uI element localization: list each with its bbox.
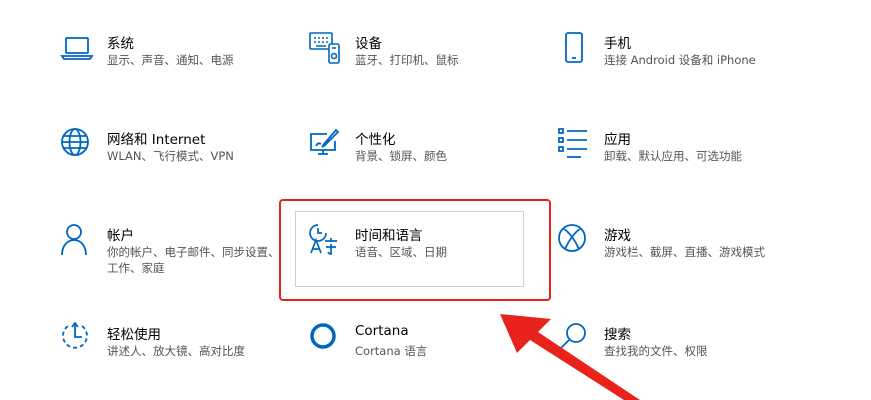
cortana-icon: [308, 322, 342, 356]
tile-accounts[interactable]: 帐户 你的帐户、电子邮件、同步设置、工作、家庭: [60, 223, 290, 293]
tile-cortana[interactable]: Cortana Cortana 语言: [308, 322, 538, 392]
paint-icon: [308, 127, 342, 161]
tile-system[interactable]: 系统 显示、声音、通知、电源: [60, 31, 290, 101]
tile-description: 讲述人、放大镜、高对比度: [107, 344, 245, 358]
apps-list-icon: [557, 127, 591, 161]
ease-of-access-icon: [60, 322, 94, 356]
tile-description: 蓝牙、打印机、鼠标: [355, 53, 459, 67]
tile-title: 帐户: [107, 228, 134, 244]
tile-description: 卸载、默认应用、可选功能: [604, 149, 742, 163]
phone-icon: [557, 31, 591, 65]
person-icon: [60, 223, 94, 257]
tile-description: WLAN、飞行模式、VPN: [107, 149, 234, 163]
tile-description: 显示、声音、通知、电源: [107, 53, 234, 67]
devices-icon: [308, 31, 342, 65]
tile-network-internet[interactable]: 网络和 Internet WLAN、飞行模式、VPN: [60, 127, 290, 197]
tile-title: 设备: [355, 36, 382, 52]
tile-apps[interactable]: 应用 卸载、默认应用、可选功能: [557, 127, 787, 197]
search-icon: [557, 322, 591, 356]
tile-title: 搜索: [604, 327, 631, 343]
tile-phone[interactable]: 手机 连接 Android 设备和 iPhone: [557, 31, 787, 101]
tile-title: 个性化: [355, 132, 396, 148]
tile-description: 连接 Android 设备和 iPhone: [604, 53, 756, 67]
tile-search[interactable]: 搜索 查找我的文件、权限: [557, 322, 787, 392]
annotation-highlight-box: [279, 199, 551, 301]
tile-description: Cortana 语言: [355, 344, 428, 358]
tile-gaming[interactable]: 游戏 游戏栏、截屏、直播、游戏模式: [557, 223, 787, 293]
tile-title: 手机: [604, 36, 631, 52]
tile-description: 查找我的文件、权限: [604, 344, 708, 358]
tile-title: Cortana: [355, 323, 409, 339]
tile-title: 网络和 Internet: [107, 132, 206, 148]
tile-title: 系统: [107, 36, 134, 52]
tile-personalization[interactable]: 个性化 背景、锁屏、颜色: [308, 127, 538, 197]
xbox-icon: [557, 223, 591, 257]
globe-icon: [60, 127, 94, 161]
laptop-icon: [60, 31, 94, 65]
tile-title: 轻松使用: [107, 327, 161, 343]
tile-description: 背景、锁屏、颜色: [355, 149, 447, 163]
tile-ease-of-access[interactable]: 轻松使用 讲述人、放大镜、高对比度: [60, 322, 290, 392]
tile-title: 游戏: [604, 228, 631, 244]
tile-devices[interactable]: 设备 蓝牙、打印机、鼠标: [308, 31, 538, 101]
tile-title: 应用: [604, 132, 631, 148]
tile-description: 你的帐户、电子邮件、同步设置、工作、家庭: [107, 245, 280, 275]
tile-description: 游戏栏、截屏、直播、游戏模式: [604, 245, 765, 259]
